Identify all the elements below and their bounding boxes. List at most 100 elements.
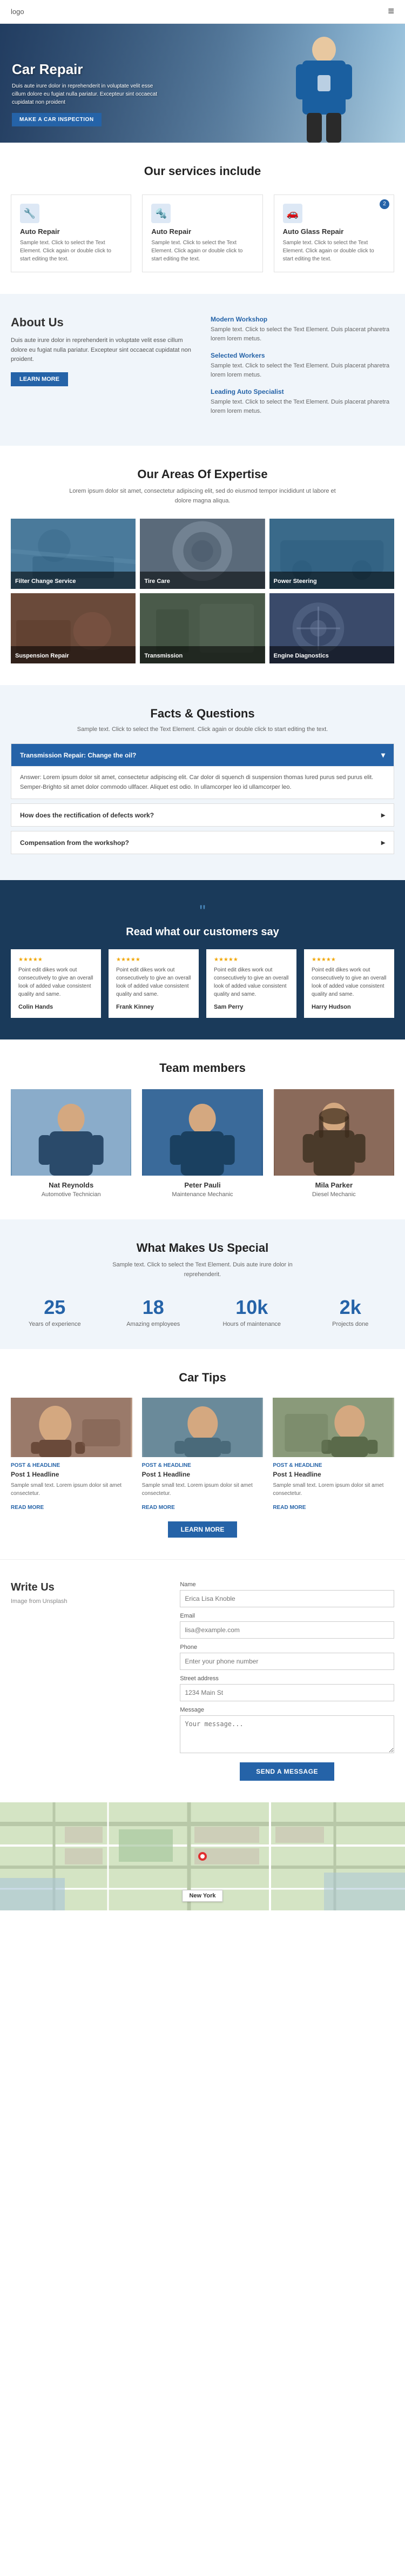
team-name-2: Peter Pauli [142,1181,262,1189]
testimonials-title: Read what our customers say [11,926,394,938]
form-group-phone: Phone [180,1644,394,1670]
stat-number-2: 18 [110,1296,198,1319]
faq-question-1[interactable]: Transmission Repair: Change the oil? ▾ [11,744,394,766]
address-label: Street address [180,1675,394,1682]
message-label: Message [180,1707,394,1713]
about-feature-2: Selected Workers Sample text. Click to s… [211,352,394,379]
team-section: Team members Nat Reynolds Automotive Tec… [0,1039,405,1219]
about-feature-1: Modern Workshop Sample text. Click to se… [211,316,394,343]
about-learn-more-button[interactable]: LEARN MORE [11,372,68,386]
email-input[interactable] [180,1621,394,1639]
services-section: Our services include 🔧 Auto Repair Sampl… [0,143,405,294]
tip-read-more-3[interactable]: READ MORE [273,1505,306,1511]
contact-grid: Write Us Image from Unsplash Name Email … [11,1581,394,1781]
phone-label: Phone [180,1644,394,1651]
service-card-1: 🔧 Auto Repair Sample text. Click to sele… [11,194,131,272]
feature-desc-2: Sample text. Click to select the Text El… [211,361,394,379]
tips-center: LEARN MORE [11,1521,394,1538]
service-title-2: Auto Repair [151,227,253,236]
faq-chevron-3: ▸ [381,838,385,847]
feature-title-2: Selected Workers [211,352,394,359]
stats-grid: 25 Years of experience 18 Amazing employ… [11,1296,394,1327]
service-icon-3: 🚗 [283,204,302,223]
expertise-label-1: Filter Change Service [11,572,136,589]
tip-category-1: Post & Headline [11,1463,132,1468]
faq-answer-1: Answer: Lorem ipsum dolor sit amet, cons… [11,766,394,799]
expertise-label-6: Engine Diagnostics [269,646,394,663]
name-input[interactable] [180,1590,394,1607]
contact-right: Name Email Phone Street address Message … [180,1581,394,1781]
testimonial-card-3: ★★★★★ Point edit dikes work out consecut… [206,949,296,1018]
contact-title: Write Us [11,1581,164,1594]
stat-label-2: Amazing employees [110,1321,198,1327]
tip-card-1: Post & Headline Post 1 Headline Sample s… [11,1398,132,1511]
team-grid: Nat Reynolds Automotive Technician Peter… [11,1089,394,1198]
hamburger-menu-icon[interactable]: ≡ [388,5,394,18]
service-icon-1: 🔧 [20,204,39,223]
faq-title: Facts & Questions [11,707,394,721]
hero-cta-button[interactable]: MAKE A CAR INSPECTION [12,113,102,126]
faq-chevron-2: ▸ [381,810,385,820]
faq-question-2[interactable]: How does the rectification of defects wo… [11,804,394,826]
faq-question-3[interactable]: Compensation from the workshop? ▸ [11,831,394,854]
expertise-item-1[interactable]: Filter Change Service [11,519,136,589]
site-header: logo ≡ [0,0,405,24]
expertise-item-3[interactable]: Power Steering [269,519,394,589]
tip-title-1: Post 1 Headline [11,1471,132,1478]
testimonial-text-2: Point edit dikes work out consecutively … [116,966,191,998]
expertise-item-4[interactable]: Suspension Repair [11,593,136,663]
team-card-2: Peter Pauli Maintenance Mechanic [142,1089,262,1198]
message-textarea[interactable] [180,1715,394,1753]
testimonial-author-4: Harry Hudson [312,1004,387,1010]
hero-title: Car Repair [12,61,163,78]
form-group-name: Name [180,1581,394,1607]
stat-number-3: 10k [208,1296,296,1319]
team-name-3: Mila Parker [274,1181,394,1189]
service-title-1: Auto Repair [20,227,122,236]
testimonial-text-1: Point edit dikes work out consecutively … [18,966,93,998]
testimonial-author-2: Frank Kinney [116,1004,191,1010]
about-feature-3: Leading Auto Specialist Sample text. Cli… [211,388,394,415]
expertise-item-5[interactable]: Transmission [140,593,265,663]
team-photo-2 [142,1089,262,1176]
email-label: Email [180,1613,394,1619]
stars-2: ★★★★★ [116,957,191,963]
hero-person-image [286,29,362,143]
team-role-1: Automotive Technician [11,1191,131,1198]
stat-label-3: Hours of maintenance [208,1321,296,1327]
address-input[interactable] [180,1684,394,1701]
name-label: Name [180,1581,394,1588]
feature-desc-1: Sample text. Click to select the Text El… [211,325,394,343]
form-group-email: Email [180,1613,394,1639]
about-title: About Us [11,316,194,330]
stars-1: ★★★★★ [18,957,93,963]
tip-read-more-1[interactable]: READ MORE [11,1505,44,1511]
stars-4: ★★★★★ [312,957,387,963]
expertise-item-6[interactable]: Engine Diagnostics [269,593,394,663]
stat-item-3: 10k Hours of maintenance [208,1296,296,1327]
stat-number-1: 25 [11,1296,99,1319]
testimonial-author-1: Colin Hands [18,1004,93,1010]
tip-read-more-2[interactable]: READ MORE [142,1505,175,1511]
hero-section: Car Repair Duis aute irure dolor in repr… [0,24,405,143]
contact-section: Write Us Image from Unsplash Name Email … [0,1559,405,1802]
about-grid: About Us Duis aute irure dolor in repreh… [11,316,394,424]
tips-learn-more-button[interactable]: LEARN MORE [168,1521,238,1538]
expertise-label-4: Suspension Repair [11,646,136,663]
stat-item-1: 25 Years of experience [11,1296,99,1327]
map-section: New York [0,1802,405,1910]
tips-title: Car Tips [11,1371,394,1385]
phone-input[interactable] [180,1653,394,1670]
stat-item-2: 18 Amazing employees [110,1296,198,1327]
submit-button[interactable]: SEND A MESSAGE [240,1762,334,1781]
service-card-number: 2 [380,199,389,209]
expertise-title: Our Areas Of Expertise [11,467,394,481]
expertise-item-2[interactable]: Tire Care [140,519,265,589]
team-role-2: Maintenance Mechanic [142,1191,262,1198]
tip-category-2: Post & Headline [142,1463,264,1468]
faq-item-3: Compensation from the workshop? ▸ [11,831,394,854]
service-title-3: Auto Glass Repair [283,227,385,236]
service-card-3: 2 🚗 Auto Glass Repair Sample text. Click… [274,194,394,272]
tip-category-3: Post & Headline [273,1463,394,1468]
tip-text-2: Sample small text. Lorem ipsum dolor sit… [142,1481,264,1498]
